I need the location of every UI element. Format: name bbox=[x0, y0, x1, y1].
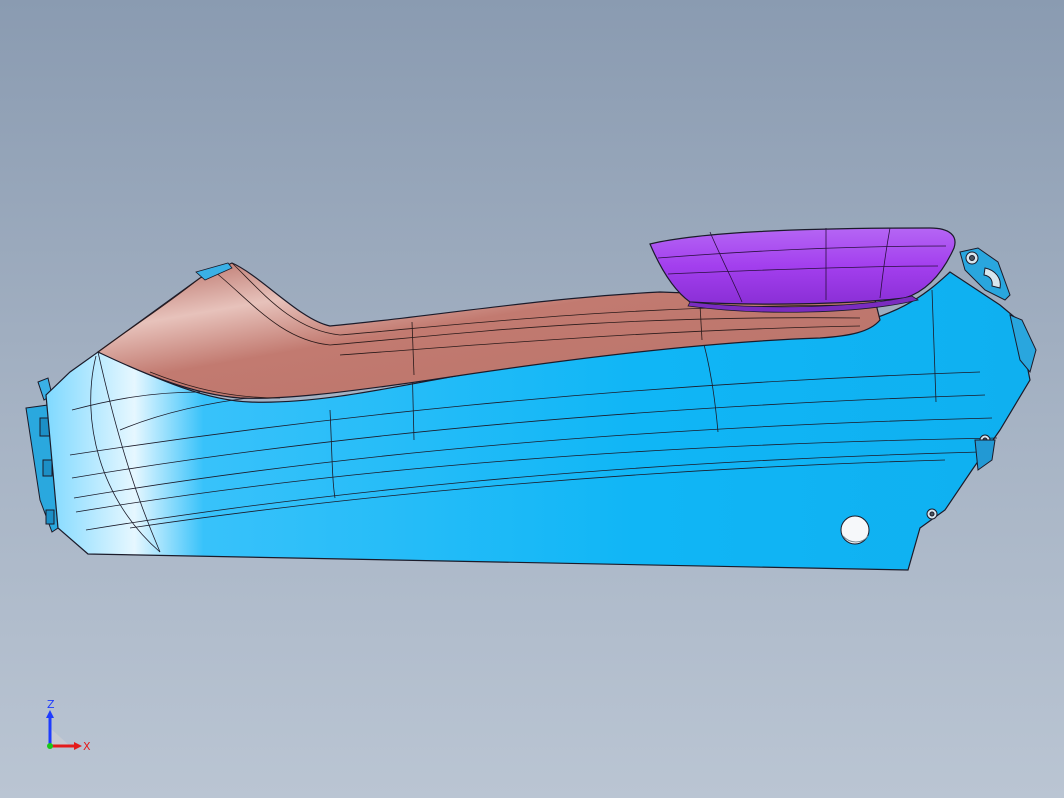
x-axis-arrow bbox=[74, 742, 82, 750]
armrest-lid[interactable] bbox=[649, 227, 956, 313]
triad-origin bbox=[47, 743, 53, 749]
cad-viewport[interactable]: Z X bbox=[0, 0, 1064, 798]
axis-triad: Z X bbox=[46, 698, 91, 753]
body-plug[interactable] bbox=[840, 515, 870, 545]
console-model[interactable] bbox=[0, 0, 1064, 798]
z-axis-label: Z bbox=[47, 698, 55, 711]
triad-plane bbox=[50, 728, 70, 746]
x-axis-label: X bbox=[83, 740, 91, 753]
z-axis-arrow bbox=[46, 710, 54, 718]
